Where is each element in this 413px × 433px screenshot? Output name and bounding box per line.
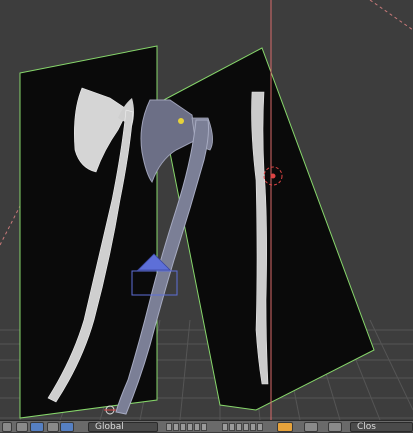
viewport-header: Global Clos	[0, 420, 413, 432]
mode-icon[interactable]	[2, 422, 12, 432]
layer-button-10[interactable]	[243, 423, 249, 431]
layer-button-9[interactable]	[236, 423, 242, 431]
viewport-canvas[interactable]	[0, 0, 413, 420]
snap-label: Clos	[357, 422, 376, 432]
layer-button-1[interactable]	[166, 423, 172, 431]
orientation-dropdown[interactable]: Global	[88, 422, 158, 432]
layer-button-11[interactable]	[250, 423, 256, 431]
layer-button-3[interactable]	[180, 423, 186, 431]
rotate-icon[interactable]	[47, 422, 59, 432]
layer-button-6[interactable]	[201, 423, 207, 431]
origin-dot	[178, 118, 184, 124]
layer-button-8[interactable]	[229, 423, 235, 431]
layer-button-5[interactable]	[194, 423, 200, 431]
scale-icon[interactable]	[60, 422, 74, 432]
layer-button-4[interactable]	[187, 423, 193, 431]
manipulator-icon[interactable]	[30, 422, 44, 432]
snap-icon[interactable]	[328, 422, 342, 432]
3d-viewport[interactable]	[0, 0, 413, 420]
proportional-edit-icon[interactable]	[304, 422, 318, 432]
lock-icon[interactable]	[277, 422, 293, 432]
layer-button-7[interactable]	[222, 423, 228, 431]
layer-button-2[interactable]	[173, 423, 179, 431]
snap-dropdown[interactable]: Clos	[350, 422, 413, 432]
layer-button-12[interactable]	[257, 423, 263, 431]
pivot-icon[interactable]	[16, 422, 28, 432]
orientation-label: Global	[95, 422, 124, 432]
